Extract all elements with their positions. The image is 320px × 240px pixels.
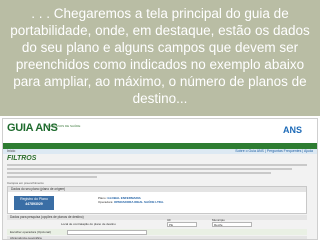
operator-value: OPERADORA IDEAL SAÚDE LTDA. — [114, 200, 164, 204]
caption-text: . . . Chegaremos a tela principal do gui… — [10, 6, 310, 106]
operator-choice-label: Escolher operadora (Opcional) — [10, 230, 51, 234]
location-row: Local de contratação do plano de destino… — [7, 218, 307, 228]
state-select[interactable]: PE — [167, 222, 197, 227]
operator-choice-select[interactable] — [67, 229, 147, 235]
plan-registration-card: Registro do Plano 447893029 — [14, 196, 54, 210]
location-label: Local de contratação do plano de destino — [61, 222, 116, 226]
top-nav-links[interactable]: Sobre o Guia ANS | Perguntas Frequentes … — [235, 149, 313, 154]
nav-bar: Início Sobre o Guia ANS | Perguntas Freq… — [3, 149, 317, 154]
plan-info: Plano: GLOBAL ENFERMARIA Operadora: OPER… — [98, 196, 164, 204]
guia-ans-screenshot: GUIA ANS DE PLANOS DE SAÚDE ANS Início S… — [2, 118, 318, 240]
breadcrumb[interactable]: Início — [7, 149, 15, 154]
city-select[interactable]: Recife — [212, 222, 252, 227]
operator-choice-row: Escolher operadora (Opcional) — [7, 229, 307, 235]
slide-caption: . . . Chegaremos a tela principal do gui… — [0, 0, 320, 116]
plan-registration-number: 447893029 — [25, 201, 43, 206]
operator-label: Operadora — [98, 200, 113, 204]
intro-text — [7, 164, 307, 178]
filters-title: FILTROS — [7, 155, 37, 162]
origin-plan-box: Dados do seu plano (plano de origem) Reg… — [7, 186, 307, 214]
ans-logo[interactable]: ANS — [283, 125, 302, 135]
logo-subtitle: DE PLANOS DE SAÚDE — [47, 124, 81, 128]
site-header: GUIA ANS DE PLANOS DE SAÚDE ANS — [3, 119, 317, 143]
search-section-title: Dados para pesquisa (opções de planos de… — [7, 215, 307, 220]
coverage-title: Abrangência geográfica — [7, 236, 307, 239]
fill-note: Campos em preenchimento — [7, 181, 44, 185]
origin-plan-title: Dados do seu plano (plano de origem) — [8, 187, 306, 192]
